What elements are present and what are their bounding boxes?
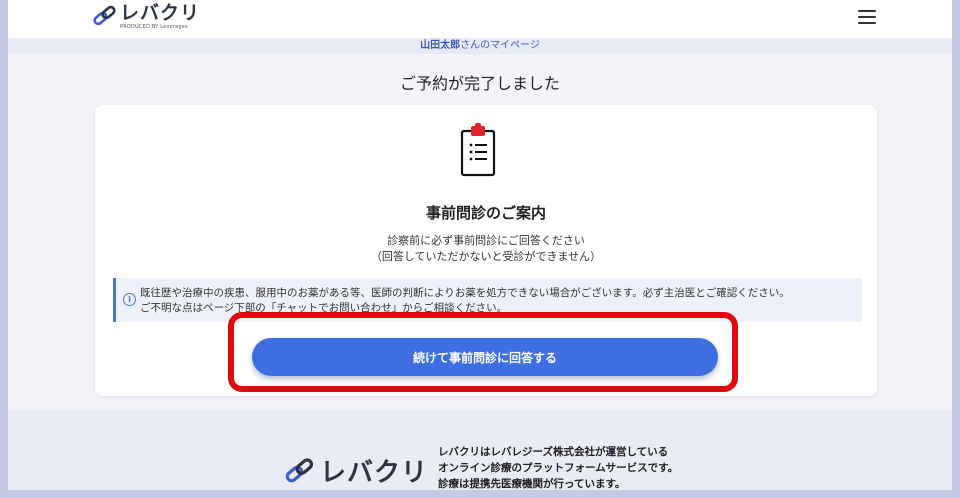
browser-frame: レバクリ PRODUCED BY Leverages 山田太郎さんのマイページ … (8, 0, 952, 490)
site-logo[interactable]: レバクリ PRODUCED BY Leverages (92, 4, 200, 34)
desc-line-1: 診察前に必ず事前問診にご回答ください (387, 234, 585, 247)
footer-logo-text: レバクリ (320, 458, 429, 488)
user-name: 山田太郎 (420, 40, 461, 51)
site-header: レバクリ PRODUCED BY Leverages (8, 0, 952, 39)
continue-questionnaire-button[interactable]: 続けて事前問診に回答する (252, 338, 718, 376)
clipboard-icon (460, 123, 496, 177)
link-logo-icon (285, 457, 314, 482)
desc-line-2: （回答していただかないと受診ができません） (370, 250, 602, 263)
footer-line-3: 診療は提携先医療機関が行っています。 (438, 478, 626, 490)
link-logo-icon (93, 5, 116, 26)
greeting-suffix: さんのマイページ (460, 40, 540, 51)
footer-logo[interactable]: レバクリ (284, 452, 428, 489)
logo-subtext: PRODUCED BY Leverages (120, 24, 188, 30)
card-heading: 事前問診のご案内 (425, 204, 546, 222)
mypage-greeting[interactable]: 山田太郎さんのマイページ (8, 38, 952, 54)
site-footer: レバクリ レバクリはレバレジーズ株式会社が運営している オンライン診療のプラット… (8, 410, 952, 490)
hamburger-menu-icon[interactable] (858, 10, 876, 24)
logo-text: レバクリ (120, 2, 201, 24)
info-icon: i (123, 293, 136, 306)
card-description: 診察前に必ず事前問診にご回答ください （回答していただかないと受診ができません） (95, 233, 877, 265)
notice-line-1: 既往歴や治療中の疾患、服用中のお薬がある等、医師の判断によりお薬を処方できない場… (140, 287, 790, 299)
footer-description: レバクリはレバレジーズ株式会社が運営している オンライン診療のプラットフォームサ… (438, 444, 678, 490)
questionnaire-card: 事前問診のご案内 診察前に必ず事前問診にご回答ください （回答していただかないと… (95, 105, 877, 396)
footer-line-2: オンライン診療のプラットフォームサービスです。 (438, 462, 679, 474)
footer-line-1: レバクリはレバレジーズ株式会社が運営している (438, 446, 669, 458)
page-title: ご予約が完了しました (399, 74, 560, 93)
